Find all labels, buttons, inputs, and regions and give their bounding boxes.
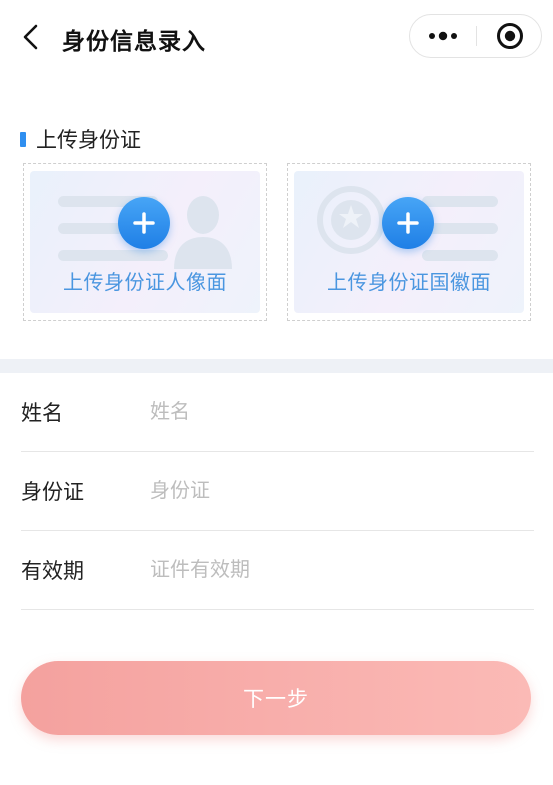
upload-emblem-label: 上传身份证国徽面 [327,270,491,294]
validity-label: 有效期 [21,559,84,583]
close-button[interactable] [477,15,542,57]
upload-portrait-label: 上传身份证人像面 [63,270,227,294]
navigation-bar: 身份信息录入 [0,0,553,76]
section-title: 上传身份证 [36,128,141,152]
form-row-name: 姓名 [21,373,534,452]
id-number-input[interactable] [150,470,520,510]
id-card-emblem-placeholder: 上传身份证国徽面 [294,171,524,313]
upload-id-emblem[interactable]: 上传身份证国徽面 [287,163,531,321]
next-step-button[interactable]: 下一步 [21,661,531,735]
section-divider [0,359,553,373]
form-row-id-number: 身份证 [21,452,534,531]
placeholder-line [422,196,498,207]
target-circle-icon [496,23,523,49]
add-icon [118,197,170,249]
chevron-left-icon [23,24,38,50]
validity-input[interactable] [150,549,520,589]
id-section-header: 上传身份证 [20,124,141,154]
name-input[interactable] [150,391,520,431]
placeholder-line [58,250,168,261]
mini-program-capsule [409,14,542,58]
placeholder-line [422,250,498,261]
form-row-validity: 有效期 [21,531,534,610]
national-emblem-icon [317,186,385,254]
add-icon [382,197,434,249]
upload-id-portrait[interactable]: 上传身份证人像面 [23,163,267,321]
id-card-portrait-placeholder: 上传身份证人像面 [30,171,260,313]
more-dots-icon [429,31,457,41]
name-label: 姓名 [21,401,63,425]
person-silhouette-icon [174,196,232,269]
id-number-label: 身份证 [21,480,84,504]
more-button[interactable] [410,15,476,57]
page-title: 身份信息录入 [62,29,206,55]
section-accent-bar [20,131,26,147]
back-button[interactable] [14,20,48,54]
